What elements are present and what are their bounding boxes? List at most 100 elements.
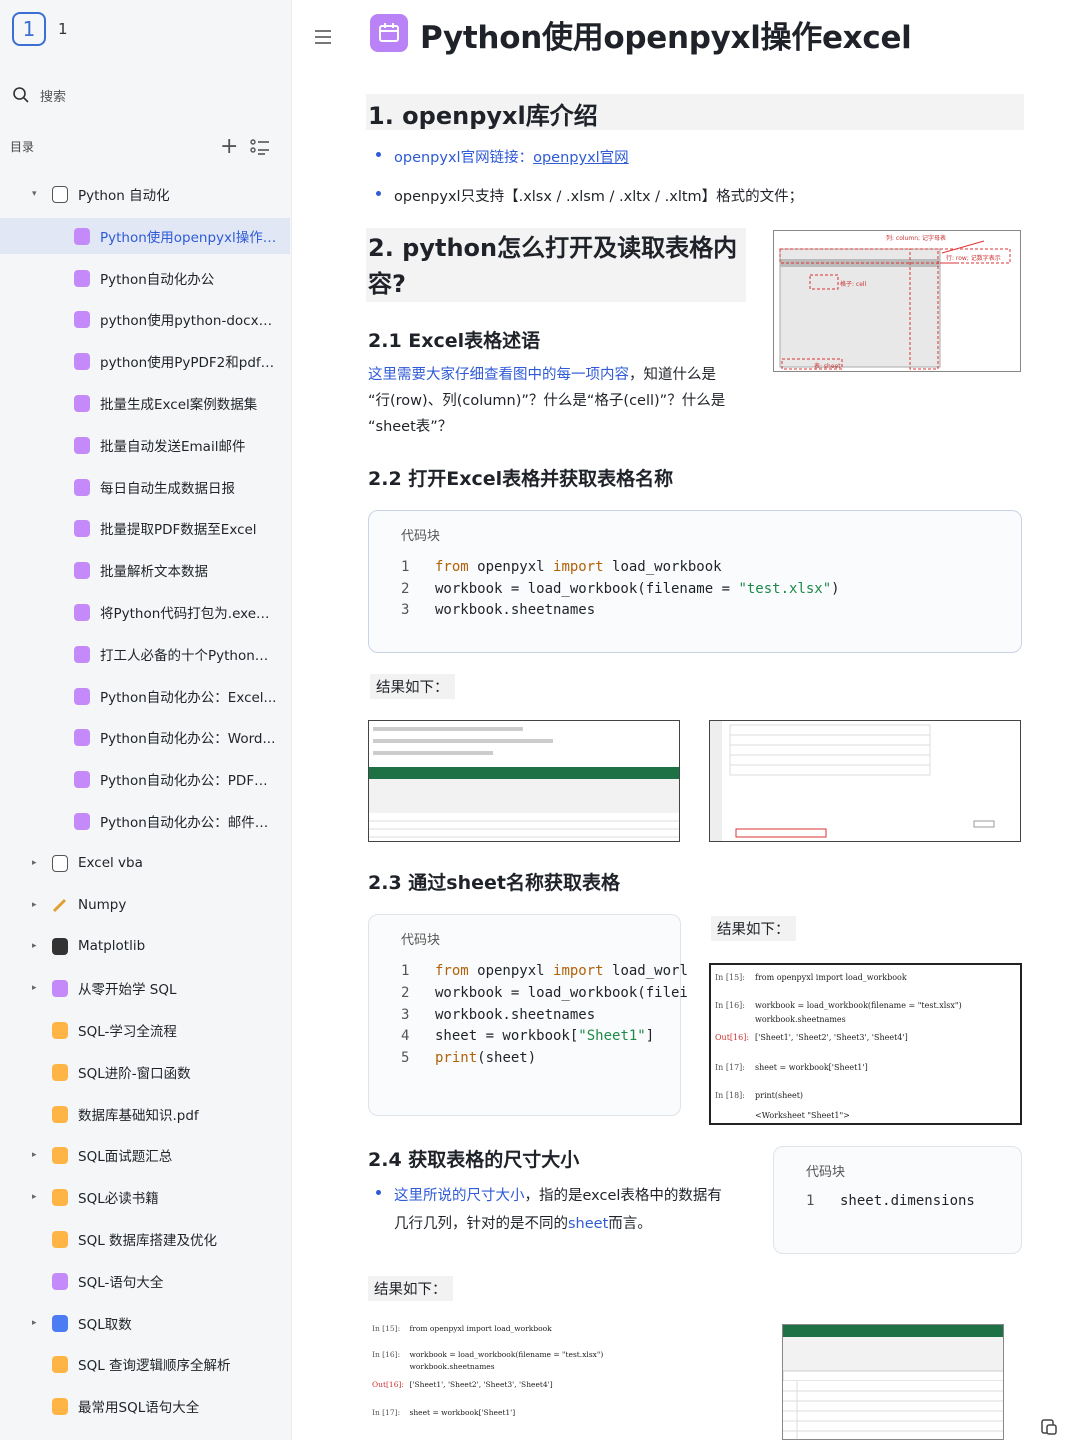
doc-purple-icon — [74, 645, 90, 663]
excel-window-figure — [783, 1325, 1003, 1439]
code-token: workbook = load_workbook(filename = — [435, 580, 739, 597]
sidebar-item[interactable]: ▸ SQL必读书籍 — [0, 1179, 290, 1215]
line-number: 3 — [401, 1006, 410, 1023]
sidebar-item[interactable]: 批量生成Excel案例数据集 — [0, 385, 290, 421]
doc-purple-icon — [74, 436, 90, 454]
doc-orange-icon — [52, 1230, 68, 1248]
sidebar-item[interactable]: 最常用SQL语句大全 — [0, 1388, 290, 1424]
doc-purple-icon — [74, 561, 90, 579]
sidebar-item[interactable]: Python自动化办公：PDF自... — [0, 761, 290, 797]
sidebar-item[interactable]: SQL-语句大全 — [0, 1263, 290, 1299]
paragraph-highlight: 这里所说的尺寸大小 — [394, 1188, 525, 1204]
sidebar-item[interactable]: ▸ Matplotlib — [0, 928, 290, 964]
sidebar-item[interactable]: SQL 数据库搭建及优化 — [0, 1221, 290, 1257]
sidebar-item[interactable]: ▸ SQL取数 — [0, 1305, 290, 1341]
code-block-get-sheet[interactable]: 代码块 1 from openpyxl import load_worl 2 work… — [368, 914, 688, 1116]
openpyxl-official-link[interactable]: openpyxl官网 — [533, 150, 629, 166]
sidebar-item[interactable]: SQL-学习全流程 — [0, 1012, 290, 1048]
search-input[interactable]: 搜索 — [40, 86, 66, 105]
sidebar-item-label: Numpy — [78, 897, 127, 913]
sidebar-item[interactable]: Python自动化办公：Excel... — [0, 678, 290, 714]
jupyter-line: workbook.sheetnames — [715, 1015, 846, 1024]
line-number: 1 — [401, 559, 410, 575]
sidebar-item-label: Python 自动化 — [78, 188, 170, 204]
code-token: workbook = load_workbook(filei — [435, 984, 688, 1001]
code-token: sheet.dimensions — [840, 1193, 975, 1209]
sidebar-item[interactable]: 批量提取PDF数据至Excel — [0, 510, 290, 546]
doc-purple-icon — [74, 603, 90, 621]
search-icon — [13, 87, 29, 103]
sidebar-item[interactable]: ▸ Excel vba — [0, 845, 290, 881]
sidebar-item[interactable]: Python自动化办公：Word... — [0, 719, 290, 755]
excel-dimensions-screenshot — [782, 1324, 1004, 1440]
sidebar-item[interactable]: python使用python-docx操... — [0, 301, 290, 337]
chevron-right-icon[interactable]: ▸ — [32, 941, 42, 951]
sidebar-item-label: Python自动化办公：Excel... — [100, 690, 277, 706]
code-block-open-workbook[interactable]: 代码块 1 from openpyxl import load_workbook 2… — [368, 510, 1022, 653]
menu-icon[interactable] — [314, 28, 332, 46]
sidebar-item[interactable]: 数据库基础知识.pdf — [0, 1096, 290, 1132]
sidebar-item[interactable]: Python自动化办公：邮件自... — [0, 803, 290, 839]
chevron-right-icon[interactable]: ▸ — [32, 1150, 42, 1160]
line-number: 3 — [401, 602, 410, 618]
jupyter-line: In [17]: sheet = workbook['Sheet1'] — [715, 1063, 868, 1072]
sidebar-item[interactable]: 将Python代码打包为.exe程序 — [0, 594, 290, 630]
chevron-right-icon[interactable]: ▸ — [32, 1192, 42, 1202]
code-line: 1 from openpyxl import load_workbook — [401, 559, 722, 575]
bullet-text: openpyxl官网链接： — [394, 150, 534, 166]
bullet-text: openpyxl只支持【.xlsx / .xlsm / .xltx / .xlt… — [394, 189, 804, 205]
heading-2-3: 2.3 通过sheet名称获取表格 — [368, 872, 620, 894]
result-label: 结果如下： — [711, 916, 796, 941]
sidebar-item[interactable]: 打工人必备的十个Python自... — [0, 636, 290, 672]
code-token: openpyxl — [468, 963, 554, 979]
code-block-caption: 代码块 — [401, 932, 441, 947]
jupyter-code: <Worksheet "Sheet1"> — [755, 1111, 850, 1120]
paragraph-text: “行(row)、列(column)”？什么是“格子(cell)”？什么是 — [368, 393, 726, 409]
bullet-formats: openpyxl只支持【.xlsx / .xlsm / .xltx / .xlt… — [376, 185, 1016, 206]
excel-result-screenshot-2 — [709, 720, 1021, 842]
code-token: openpyxl — [468, 559, 554, 575]
search-box[interactable]: 搜索 — [8, 80, 280, 110]
sidebar-item[interactable]: Python使用openpyxl操作e... — [0, 218, 290, 254]
code-block-dimensions[interactable]: 代码块 1 sheet.dimensions — [773, 1146, 1022, 1254]
sidebar-item[interactable]: ▸ Numpy — [0, 887, 290, 923]
code-line: 3 workbook.sheetnames — [401, 602, 595, 618]
code-line: 1 from openpyxl import load_worl — [401, 963, 688, 979]
heading-1-intro: 1. openpyxl库介绍 — [366, 94, 1024, 130]
result-label: 结果如下： — [370, 674, 455, 699]
code-token: print — [435, 1050, 478, 1067]
copy-icon[interactable] — [1040, 1418, 1058, 1436]
workspace-badge[interactable]: 1 — [12, 12, 46, 46]
chevron-right-icon[interactable]: ▸ — [32, 983, 42, 993]
code-line: 2 workbook = load_workbook(filename = "te… — [401, 581, 840, 597]
sidebar-item-label: SQL 数据库搭建及优化 — [78, 1233, 218, 1249]
heading-1-open-read: 2. python怎么打开及读取表格内 容? — [366, 228, 746, 302]
sidebar-item[interactable]: 每日自动生成数据日报 — [0, 469, 290, 505]
bullet-dot — [376, 191, 381, 196]
workspace-name[interactable]: 1 — [58, 20, 68, 38]
code-block-caption: 代码块 — [806, 1164, 846, 1179]
sidebar-item-label: Python自动化办公：邮件自... — [100, 815, 278, 831]
sidebar-item[interactable]: ▸ 从零开始学 SQL — [0, 970, 290, 1006]
sidebar-item[interactable]: ▸ SQL面试题汇总 — [0, 1137, 290, 1173]
sidebar-item[interactable]: SQL进阶-窗口函数 — [0, 1054, 290, 1090]
doc-orange-icon — [52, 1146, 68, 1164]
list-settings-icon[interactable] — [250, 138, 270, 156]
sidebar-item[interactable]: python使用PyPDF2和pdfpl... — [0, 343, 290, 379]
sidebar-item-label: Python使用openpyxl操作e... — [100, 230, 278, 246]
sidebar-item[interactable]: Python自动化办公 — [0, 260, 290, 296]
chevron-right-icon[interactable]: ▸ — [32, 1318, 42, 1328]
sidebar-item[interactable]: 批量解析文本数据 — [0, 552, 290, 588]
add-icon[interactable]: + — [220, 134, 238, 159]
sidebar-item[interactable]: ▾ Python 自动化 — [0, 176, 290, 212]
doc-purple-icon — [74, 728, 90, 746]
sidebar-item[interactable]: SQL 查询逻辑顺序全解析 — [0, 1346, 290, 1382]
bullet-official-link: openpyxl官网链接：openpyxl官网 — [376, 146, 976, 167]
sidebar-item-label: SQL进阶-窗口函数 — [78, 1066, 191, 1082]
chevron-right-icon[interactable]: ▸ — [32, 858, 42, 868]
sidebar-item[interactable]: 批量自动发送Email邮件 — [0, 427, 290, 463]
chevron-down-icon[interactable]: ▾ — [32, 189, 42, 199]
chevron-right-icon[interactable]: ▸ — [32, 900, 42, 910]
jupyter-code: from openpyxl import load_workbook — [755, 973, 907, 982]
sidebar-item-label: 批量自动发送Email邮件 — [100, 439, 246, 455]
